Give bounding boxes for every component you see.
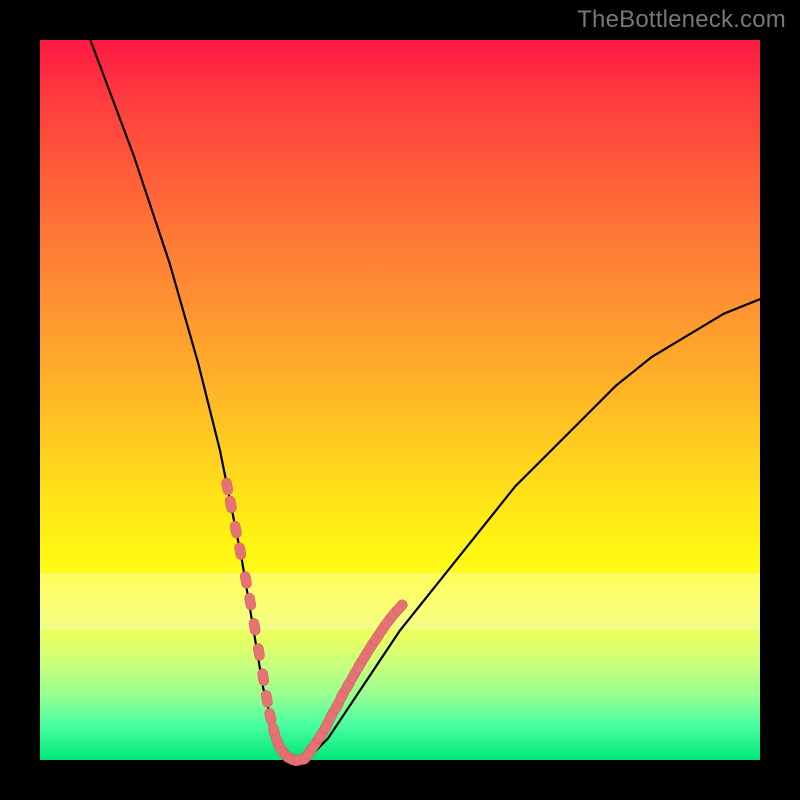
curve-marker: [239, 571, 252, 590]
curve-marker: [257, 668, 270, 686]
curve-marker: [234, 542, 247, 561]
marker-cluster-right: [297, 598, 409, 766]
curve-marker: [221, 477, 234, 496]
curve-marker: [253, 643, 266, 661]
curve-marker: [229, 520, 242, 539]
curve-marker: [260, 690, 273, 709]
curve-svg: [40, 40, 760, 760]
watermark-text: TheBottleneck.com: [577, 6, 786, 34]
curve-marker: [244, 592, 257, 611]
curve-marker: [248, 618, 261, 636]
curve-marker: [224, 495, 237, 514]
chart-frame: TheBottleneck.com: [0, 0, 800, 800]
bottleneck-curve: [90, 40, 760, 760]
plot-area: [40, 40, 760, 760]
